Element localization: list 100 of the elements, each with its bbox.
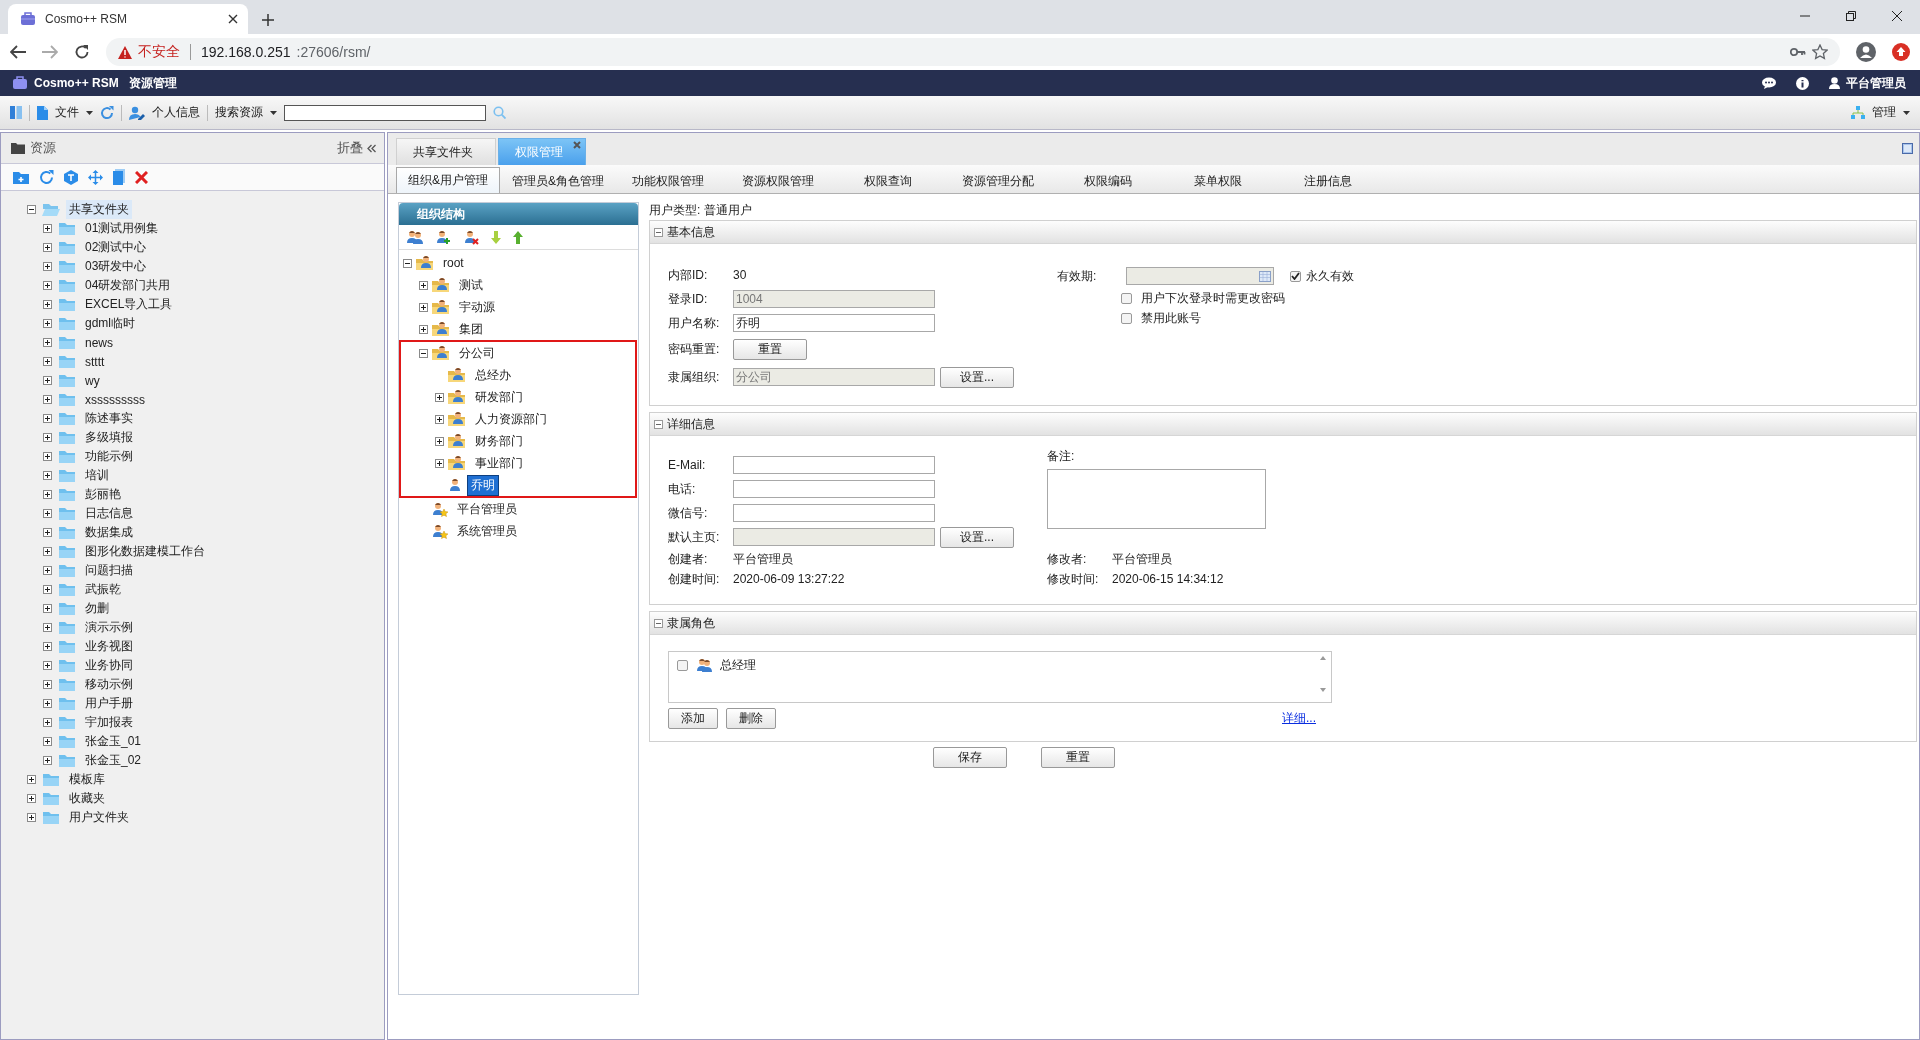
tree-node-label[interactable]: 用户文件夹	[66, 808, 132, 827]
expand-icon[interactable]	[43, 433, 52, 442]
subtab[interactable]: 组织&用户管理	[396, 167, 500, 193]
expand-icon[interactable]	[43, 623, 52, 632]
tree-node-label[interactable]: 用户手册	[82, 694, 136, 713]
expand-icon[interactable]	[419, 324, 428, 334]
tree-node-label[interactable]: 集团	[456, 319, 486, 339]
expand-icon[interactable]	[43, 509, 52, 518]
tree-node-label[interactable]: xsssssssss	[82, 391, 148, 408]
window-icon[interactable]	[1902, 143, 1913, 154]
tree-node-label[interactable]: EXCEL导入工具	[82, 295, 176, 314]
section-header[interactable]: 基本信息	[650, 221, 1916, 244]
tree-node-label[interactable]: 问题扫描	[82, 561, 136, 580]
tree-node-label[interactable]: 总经办	[472, 365, 514, 385]
chat-icon[interactable]	[1762, 77, 1776, 89]
tree-node-label[interactable]: gdml临时	[82, 314, 138, 333]
subtab[interactable]: 权限编码	[1056, 169, 1160, 193]
tree-node-label[interactable]: 彭丽艳	[82, 485, 124, 504]
tree-node-label[interactable]: 平台管理员	[454, 499, 520, 519]
text-field[interactable]	[733, 480, 935, 498]
tree-node-label[interactable]: 分公司	[456, 343, 498, 363]
text-field[interactable]	[733, 504, 935, 522]
collapse-icon[interactable]	[419, 348, 428, 358]
tree-node-label[interactable]: 陈述事实	[82, 409, 136, 428]
tree-node-label[interactable]: 04研发部门共用	[82, 276, 174, 295]
subtab[interactable]: 权限查询	[836, 169, 940, 193]
new-tab-icon[interactable]	[262, 14, 274, 26]
search-menu[interactable]: 搜索资源	[215, 104, 277, 121]
tree-node-label[interactable]: root	[440, 255, 467, 271]
tree-node-label[interactable]: 移动示例	[82, 675, 136, 694]
caret-icon[interactable]	[86, 110, 93, 115]
tree-node-label[interactable]: 03研发中心	[82, 257, 150, 276]
expand-icon[interactable]	[43, 262, 52, 271]
tree-node-label[interactable]: 宇加报表	[82, 713, 136, 732]
expand-icon[interactable]	[43, 224, 52, 233]
expand-icon[interactable]	[43, 680, 52, 689]
close-icon[interactable]	[228, 14, 238, 24]
caret-icon[interactable]	[1903, 110, 1910, 115]
expand-icon[interactable]	[43, 395, 52, 404]
tree-node-label[interactable]: 业务视图	[82, 637, 136, 656]
reload-icon[interactable]	[74, 44, 90, 60]
expand-icon[interactable]	[43, 604, 52, 613]
tree-node-label[interactable]: 收藏夹	[66, 789, 108, 808]
tree-node-label[interactable]: 02测试中心	[82, 238, 150, 257]
tree-node-label[interactable]: 共享文件夹	[66, 200, 132, 219]
checkbox[interactable]	[1121, 312, 1132, 324]
expand-icon[interactable]	[43, 357, 52, 366]
tree-node-label[interactable]: news	[82, 334, 116, 351]
collapse-button[interactable]: 折叠	[337, 139, 376, 157]
address-bar[interactable]: 不安全 192.168.0.251 :27606/rsm/	[106, 38, 1840, 66]
tree-node-label[interactable]: 培训	[82, 466, 112, 485]
remove-role-button[interactable]: 删除	[726, 708, 776, 729]
expand-icon[interactable]	[43, 585, 52, 594]
expand-icon[interactable]	[43, 756, 52, 765]
tree-node-label[interactable]: 人力资源部门	[472, 409, 550, 429]
tree-node-label[interactable]: wy	[82, 372, 103, 389]
subtab[interactable]: 注册信息	[1276, 169, 1380, 193]
expand-icon[interactable]	[43, 547, 52, 556]
tree-node-label[interactable]: 图形化数据建模工作台	[82, 542, 208, 561]
account-icon[interactable]	[1856, 42, 1876, 62]
checkbox[interactable]	[1121, 292, 1132, 304]
key-icon[interactable]	[1790, 47, 1806, 57]
users-icon[interactable]	[407, 230, 423, 244]
collapse-icon[interactable]	[27, 205, 36, 214]
expand-icon[interactable]	[43, 718, 52, 727]
tree-node-label[interactable]: 研发部门	[472, 387, 526, 407]
star-icon[interactable]	[1812, 44, 1828, 60]
tree-node-label[interactable]: 乔明	[468, 475, 498, 495]
new-folder-icon[interactable]	[13, 170, 29, 184]
expand-icon[interactable]	[435, 458, 444, 468]
tree-node-label[interactable]: 财务部门	[472, 431, 526, 451]
tree-node-label[interactable]: 张金玉_01	[82, 732, 145, 751]
expand-icon[interactable]	[43, 243, 52, 252]
tree-node-label[interactable]: 宇动源	[456, 297, 498, 317]
user-name[interactable]: 平台管理员	[1846, 74, 1906, 92]
scrollbar-drawing[interactable]	[1319, 654, 1327, 694]
hexagon-icon[interactable]	[64, 169, 78, 185]
tab[interactable]: 共享文件夹	[396, 138, 496, 165]
text-field[interactable]	[733, 456, 935, 474]
expand-icon[interactable]	[27, 775, 36, 784]
manage-menu[interactable]: 管理	[1872, 104, 1910, 121]
tree-node-label[interactable]: 业务协同	[82, 656, 136, 675]
profile-link[interactable]: 个人信息	[152, 104, 200, 121]
expand-icon[interactable]	[43, 661, 52, 670]
expand-icon[interactable]	[43, 490, 52, 499]
subtab[interactable]: 管理员&角色管理	[506, 169, 610, 193]
add-user-icon[interactable]	[435, 229, 451, 245]
expand-icon[interactable]	[43, 642, 52, 651]
subtab[interactable]: 资源管理分配	[946, 169, 1050, 193]
refresh-icon[interactable]	[39, 169, 54, 185]
tree-node-label[interactable]: 武振乾	[82, 580, 124, 599]
delete-icon[interactable]	[135, 170, 148, 184]
tree-node-label[interactable]: stttt	[82, 353, 108, 370]
expand-icon[interactable]	[435, 436, 444, 446]
save-button[interactable]: 保存	[933, 747, 1007, 768]
tree-node-label[interactable]: 测试	[456, 275, 486, 295]
tree-node-label[interactable]: 模板库	[66, 770, 108, 789]
tree-node-label[interactable]: 演示示例	[82, 618, 136, 637]
panel-toggle-icon[interactable]	[10, 106, 22, 119]
copy-icon[interactable]	[113, 169, 125, 185]
